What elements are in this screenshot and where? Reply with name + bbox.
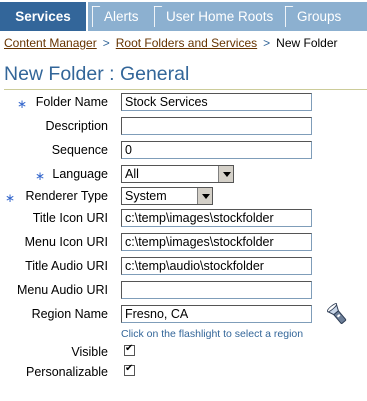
description-input[interactable] — [121, 117, 312, 135]
tab-bar: Services Alerts User Home Roots Groups — [0, 2, 367, 31]
description-row: Description — [0, 117, 367, 137]
tab-services[interactable]: Services — [0, 2, 86, 31]
title-audio-uri-input[interactable]: c:\temp\audio\stockfolder — [121, 257, 312, 275]
title-icon-uri-row: Title Icon URI c:\temp\images\stockfolde… — [0, 209, 367, 229]
title-icon-uri-input[interactable]: c:\temp\images\stockfolder — [121, 209, 312, 227]
personalizable-checkbox[interactable] — [124, 363, 135, 376]
title-divider — [4, 89, 367, 90]
required-icon: ∗ — [17, 97, 28, 111]
breadcrumb-separator: > — [102, 36, 110, 50]
visible-checkbox[interactable] — [124, 343, 135, 356]
breadcrumb-content-manager[interactable]: Content Manager — [4, 36, 97, 50]
sequence-label: Sequence — [51, 143, 108, 157]
menu-audio-uri-row: Menu Audio URI — [0, 281, 367, 301]
folder-name-label: Folder Name — [35, 95, 108, 109]
chevron-down-icon[interactable] — [218, 166, 233, 182]
required-icon: ∗ — [35, 169, 46, 183]
menu-icon-uri-label: Menu Icon URI — [24, 235, 108, 249]
menu-audio-uri-label: Menu Audio URI — [16, 283, 108, 297]
sequence-row: Sequence 0 — [0, 141, 367, 161]
personalizable-row: Personalizable — [0, 363, 367, 383]
visible-label: Visible — [71, 345, 108, 359]
folder-name-row: ∗ Folder Name Stock Services — [0, 93, 367, 113]
folder-name-input[interactable]: Stock Services — [121, 93, 312, 111]
menu-audio-uri-input[interactable] — [121, 281, 312, 299]
region-name-input[interactable]: Fresno, CA — [121, 305, 312, 323]
title-audio-uri-row: Title Audio URI c:\temp\audio\stockfolde… — [0, 257, 367, 277]
tab-bar-end — [353, 2, 367, 31]
renderer-type-label: Renderer Type — [25, 189, 108, 203]
description-label: Description — [45, 119, 108, 133]
breadcrumb-current: New Folder — [276, 36, 338, 50]
renderer-type-select[interactable]: System — [121, 187, 213, 205]
breadcrumb-root-folders[interactable]: Root Folders and Services — [116, 36, 257, 50]
required-icon: ∗ — [5, 191, 16, 205]
menu-icon-uri-row: Menu Icon URI c:\temp\images\stockfolder — [0, 233, 367, 253]
language-select[interactable]: All — [121, 165, 234, 183]
page-title: New Folder : General — [4, 63, 190, 85]
renderer-type-selected-value: System — [125, 189, 167, 203]
tab-user-home-roots[interactable]: User Home Roots — [150, 2, 286, 31]
visible-row: Visible — [0, 343, 367, 363]
region-hint-text: Click on the flashlight to select a regi… — [121, 328, 304, 340]
renderer-type-row: ∗ Renderer Type System — [0, 187, 367, 207]
tab-alerts[interactable]: Alerts — [88, 2, 150, 31]
breadcrumb: Content Manager > Root Folders and Service… — [4, 36, 338, 50]
flashlight-icon[interactable] — [327, 303, 349, 327]
region-name-label: Region Name — [31, 307, 108, 321]
breadcrumb-separator: > — [263, 36, 271, 50]
language-selected-value: All — [125, 167, 139, 181]
language-row: ∗ Language All — [0, 165, 367, 185]
sequence-input[interactable]: 0 — [121, 141, 312, 159]
personalizable-label: Personalizable — [26, 365, 108, 379]
menu-icon-uri-input[interactable]: c:\temp\images\stockfolder — [121, 233, 312, 251]
language-label: Language — [52, 167, 108, 181]
chevron-down-icon[interactable] — [197, 188, 212, 204]
title-icon-uri-label: Title Icon URI — [32, 211, 108, 225]
title-audio-uri-label: Title Audio URI — [25, 259, 108, 273]
region-name-row: Region Name Fresno, CA — [0, 305, 367, 325]
